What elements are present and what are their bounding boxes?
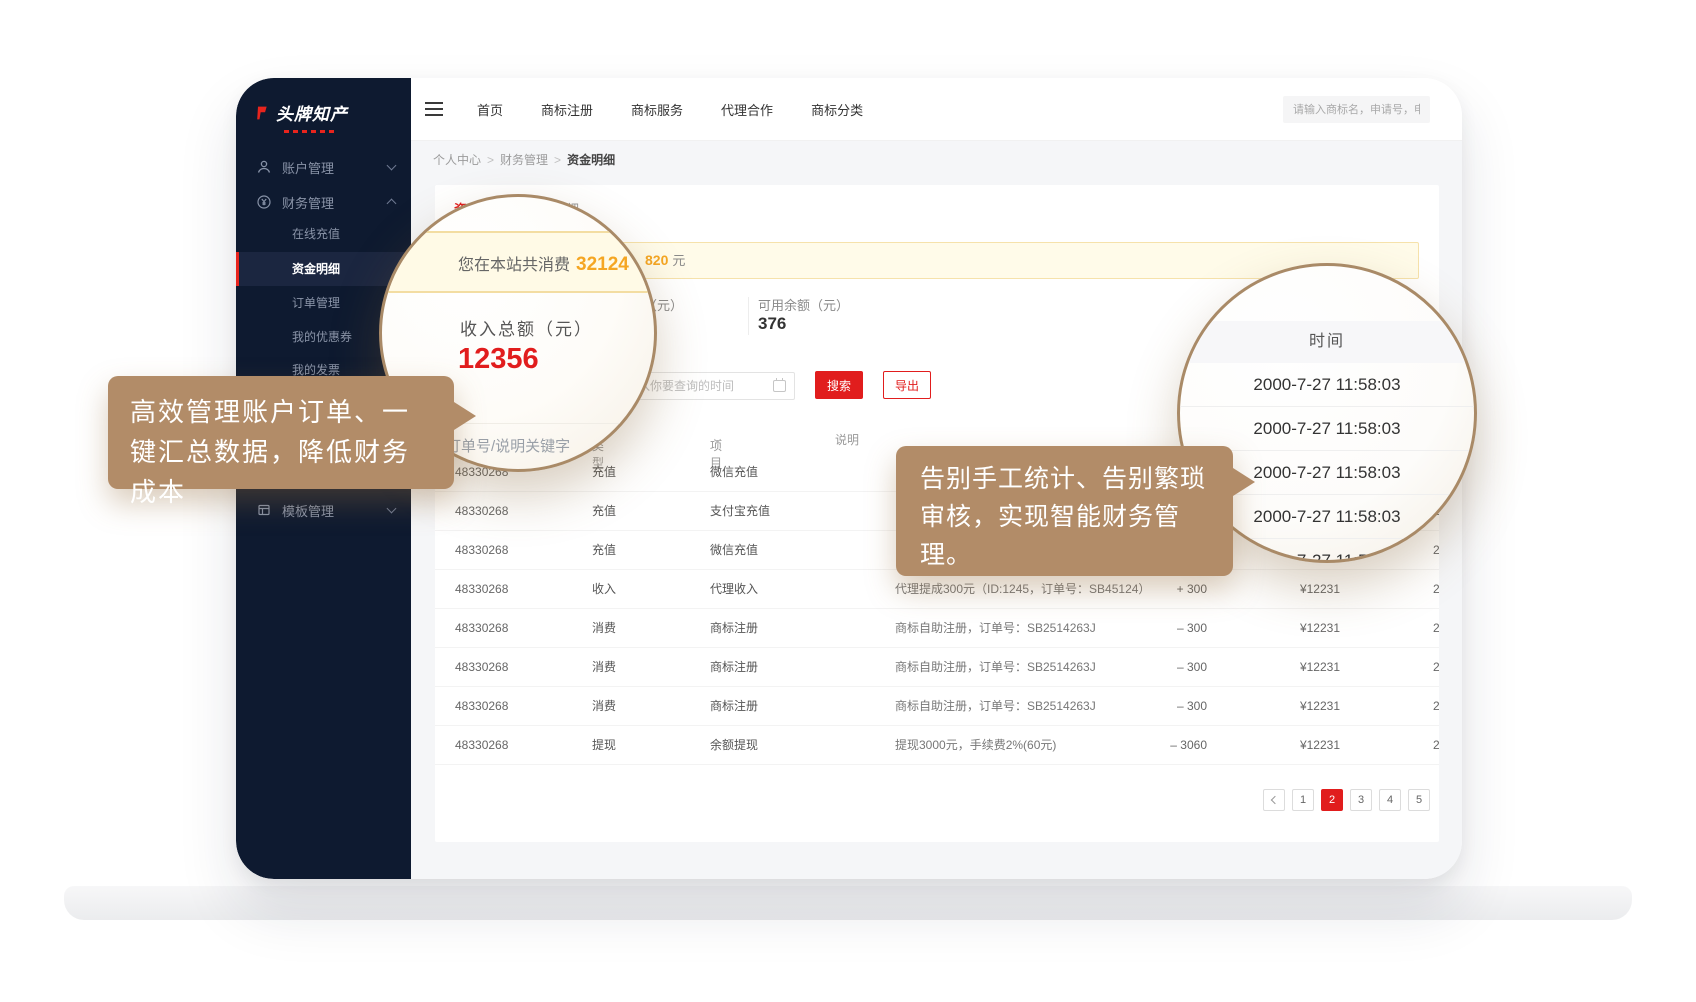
page-button-2[interactable]: 2	[1321, 789, 1343, 811]
breadcrumb: 个人中心>财务管理>资金明细	[411, 141, 1462, 168]
laptop-base	[64, 886, 1632, 920]
nav-item-home[interactable]: 首页	[477, 100, 503, 119]
nav-item-agent-cooperation[interactable]: 代理合作	[721, 100, 773, 119]
callout-right-text: 告别手工统计、告别繁琐审核，实现智能财务管理。	[896, 446, 1233, 588]
chevron-up-icon	[387, 199, 397, 209]
search-button[interactable]: 搜索	[815, 371, 863, 399]
available-balance-value: 376	[758, 314, 786, 334]
brand-underline	[284, 130, 338, 133]
menu-icon[interactable]	[425, 102, 443, 116]
prev-page-button[interactable]	[1263, 789, 1285, 811]
chevron-left-icon	[1271, 796, 1279, 804]
callout-arrow-icon	[454, 402, 476, 430]
time-value: 2000-7-27 11:58:03	[1180, 407, 1474, 451]
magnified-banner-text: 您在本站共消费32124	[458, 251, 629, 276]
sidebar-item-label: 财务管理	[282, 193, 388, 212]
export-button[interactable]: 导出	[883, 371, 931, 399]
sidebar-item-finance[interactable]: 财务管理	[236, 185, 411, 219]
page-button-3[interactable]: 3	[1350, 789, 1372, 811]
finance-icon	[256, 194, 272, 210]
nav-item-trademark-category[interactable]: 商标分类	[811, 100, 863, 119]
callout-right: 告别手工统计、告别繁琐审核，实现智能财务管理。	[896, 446, 1233, 576]
callout-arrow-icon	[1233, 468, 1255, 496]
page-button-4[interactable]: 4	[1379, 789, 1401, 811]
magnified-banner: 您在本站共消费32124	[382, 231, 654, 293]
sidebar-item-account[interactable]: 账户管理	[236, 150, 411, 184]
user-icon	[256, 159, 272, 175]
search-input[interactable]	[1283, 96, 1430, 123]
stat-divider	[748, 297, 749, 335]
breadcrumb-current: 资金明细	[567, 153, 615, 167]
topbar: 首页 商标注册 商标服务 代理合作 商标分类	[411, 78, 1462, 141]
available-balance-label: 可用余额（元）	[758, 295, 849, 314]
magnified-column-header: 订单号/说明关键字	[446, 435, 570, 456]
table-row[interactable]: 48330268提现余额提现提现3000元，手续费2%(60元)– 3060¥1…	[435, 726, 1439, 765]
breadcrumb-item[interactable]: 财务管理	[500, 153, 548, 167]
page-button-1[interactable]: 1	[1292, 789, 1314, 811]
callout-left-text: 高效管理账户订单、一键汇总数据，降低财务成本	[108, 376, 454, 528]
brand-name: 头牌知产	[276, 100, 348, 125]
page: 头牌知产 账户管理 财务管理 在线充值 资金明细 订单管理 我的优惠券 我的发票…	[0, 0, 1696, 1002]
page-button-5[interactable]: 5	[1408, 789, 1430, 811]
callout-left: 高效管理账户订单、一键汇总数据，降低财务成本	[108, 376, 454, 489]
column-desc: 说明	[835, 431, 859, 448]
income-total-value: 12356	[458, 343, 539, 376]
nav-item-trademark-service[interactable]: 商标服务	[631, 100, 683, 119]
pagination: 1 2 3 4 5	[1263, 789, 1430, 811]
calendar-icon[interactable]	[773, 380, 786, 392]
table-row[interactable]: 48330268消费商标注册商标自助注册，订单号：SB2514263J– 300…	[435, 687, 1439, 726]
table-row[interactable]: 48330268消费商标注册商标自助注册，订单号：SB2514263J– 300…	[435, 609, 1439, 648]
sidebar-item-label: 账户管理	[282, 158, 388, 177]
brand-logo[interactable]: 头牌知产	[254, 100, 348, 125]
breadcrumb-item[interactable]: 个人中心	[433, 153, 481, 167]
brand-flag-icon	[254, 105, 270, 121]
time-value: 2000-7-27 11:58:03	[1180, 363, 1474, 407]
table-row[interactable]: 48330268消费商标注册商标自助注册，订单号：SB2514263J– 300…	[435, 648, 1439, 687]
chevron-down-icon	[387, 161, 397, 171]
main-nav: 首页 商标注册 商标服务 代理合作 商标分类	[477, 78, 863, 141]
nav-item-trademark-register[interactable]: 商标注册	[541, 100, 593, 119]
time-column-header: 时间	[1180, 321, 1474, 363]
income-total-label: 收入总额（元）	[460, 315, 593, 340]
